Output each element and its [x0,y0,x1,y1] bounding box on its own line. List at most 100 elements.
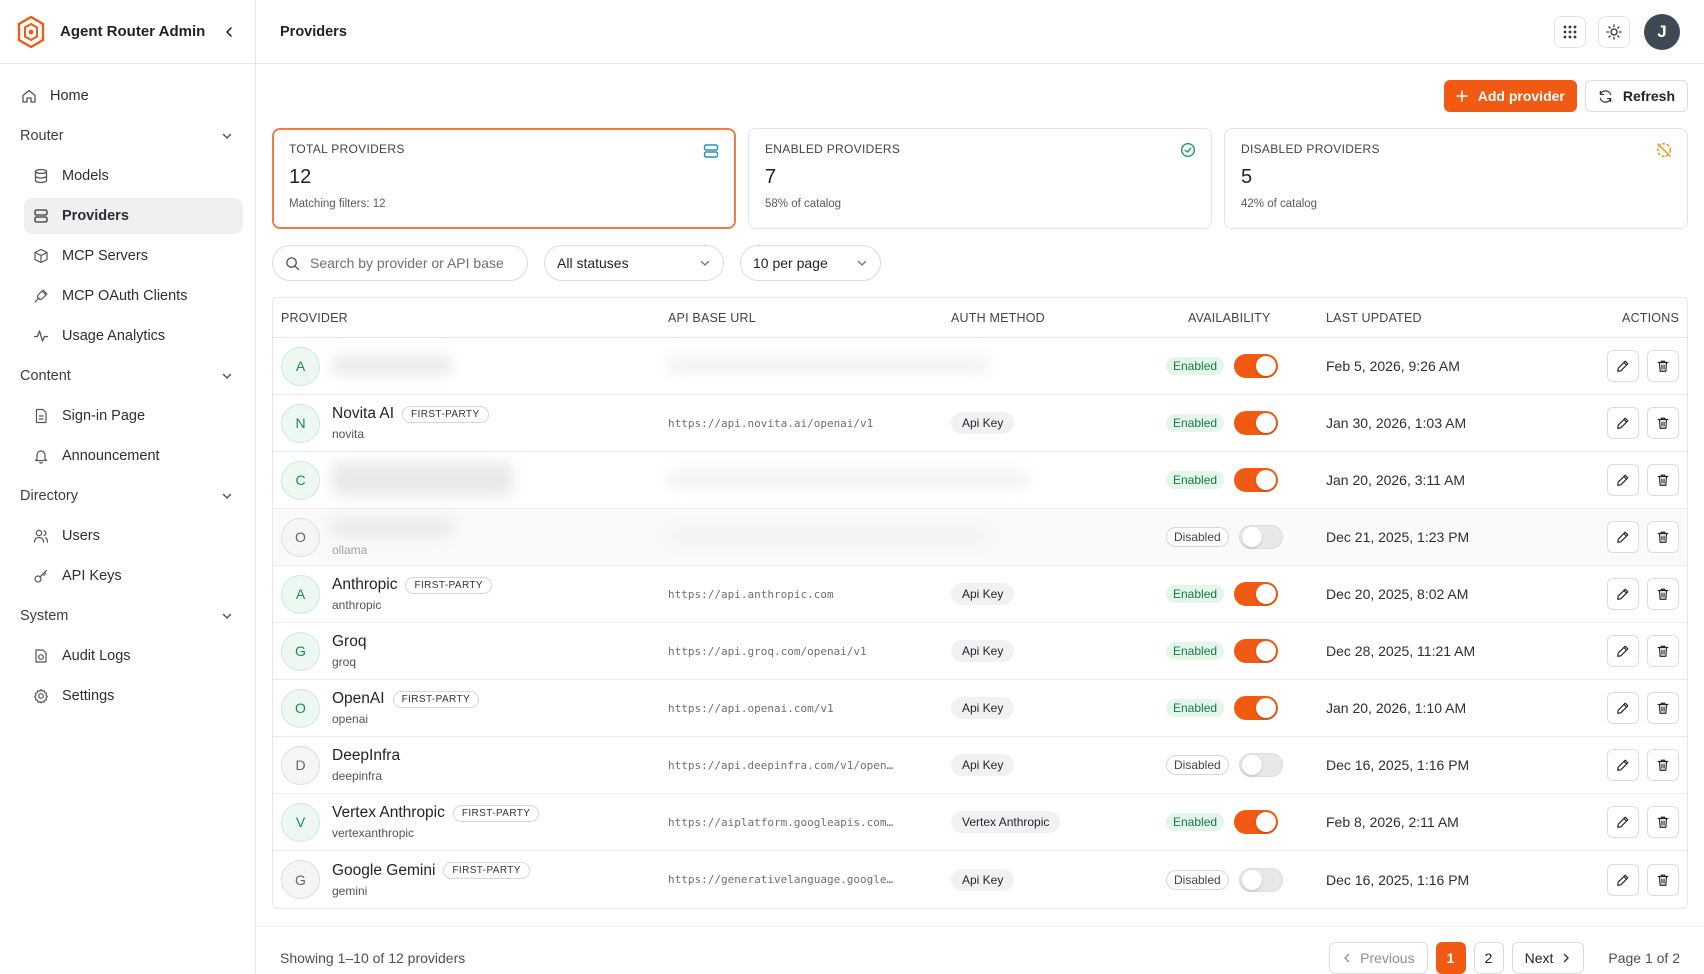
availability-cell: Enabled [1166,639,1326,663]
delete-button[interactable] [1647,521,1679,553]
edit-button[interactable] [1607,578,1639,610]
table-row[interactable]: N Novita AI FIRST-PARTY novita https://api.n… [273,395,1687,452]
edit-button[interactable] [1607,635,1639,667]
sidebar-item-audit-logs[interactable]: Audit Logs [24,638,243,674]
column-header-updated[interactable]: LAST UPDATED [1326,311,1566,325]
theme-toggle-button[interactable] [1598,15,1630,48]
availability-toggle[interactable] [1234,411,1279,435]
search-icon [286,256,300,270]
sidebar-item-mcp-oauth-clients[interactable]: MCP OAuth Clients [24,278,243,314]
status-filter-select[interactable]: All statuses [544,245,724,281]
provider-info: DeepInfra deepinfra [332,747,400,783]
provider-name: Groq [332,633,367,650]
sidebar-item-models[interactable]: Models [24,158,243,194]
stat-card-disabled[interactable]: DISABLED PROVIDERS 5 42% of catalog [1224,128,1688,229]
sidebar-group-label: Router [20,128,64,144]
edit-button[interactable] [1607,407,1639,439]
url-cell: https://aiplatform.googleapis.com… [668,816,951,829]
page-1-button[interactable]: 1 [1435,941,1466,974]
availability-toggle[interactable] [1238,753,1283,777]
delete-button[interactable] [1647,692,1679,724]
availability-toggle[interactable] [1234,468,1279,492]
apps-grid-button[interactable] [1554,15,1586,48]
table-row[interactable]: G Groq groq https://api.groq.com/openai/v1 A… [273,623,1687,680]
delete-button[interactable] [1647,350,1679,382]
stat-card-enabled[interactable]: ENABLED PROVIDERS 7 58% of catalog [748,128,1212,229]
sidebar-group-directory[interactable]: Directory [12,478,243,514]
table-row[interactable]: C Enabled Jan 20, 2026, 3:11 AM [273,452,1687,509]
sidebar-item-mcp-servers[interactable]: MCP Servers [24,238,243,274]
table-row[interactable]: D DeepInfra deepinfra https://api.deepinfra… [273,737,1687,794]
sidebar-item-providers[interactable]: Providers [24,198,243,234]
availability-toggle[interactable] [1238,525,1283,549]
stat-subtext: 42% of catalog [1241,198,1318,210]
sidebar-item-sign-in-page[interactable]: Sign-in Page [24,398,243,434]
page-2-button[interactable]: 2 [1473,941,1504,974]
next-page-button[interactable]: Next [1511,941,1585,974]
edit-button[interactable] [1607,749,1639,781]
sidebar-group-content[interactable]: Content [12,358,243,394]
availability-toggle[interactable] [1234,639,1279,663]
table-row[interactable]: A Anthropic FIRST-PARTY anthropic https://ap… [273,566,1687,623]
stat-card-total[interactable]: TOTAL PROVIDERS 12 Matching filters: 12 [272,128,736,229]
provider-avatar: G [281,860,320,899]
column-header-auth[interactable]: AUTH METHOD [951,311,1166,325]
user-avatar[interactable]: J [1644,13,1680,50]
add-provider-button[interactable]: Add provider [1443,80,1577,112]
edit-button[interactable] [1607,692,1639,724]
delete-button[interactable] [1647,464,1679,496]
first-party-badge: FIRST-PARTY [405,576,492,594]
sidebar-item-users[interactable]: Users [24,518,243,554]
delete-button[interactable] [1647,407,1679,439]
sidebar-item-announcement[interactable]: Announcement [24,438,243,474]
first-party-badge: FIRST-PARTY [443,862,530,879]
availability-toggle[interactable] [1234,354,1279,378]
sidebar-item-api-keys[interactable]: API Keys [24,558,243,594]
delete-button[interactable] [1647,578,1679,610]
status-filter-value: All statuses [557,255,629,271]
delete-button[interactable] [1647,863,1679,896]
table-row[interactable]: O OpenAI FIRST-PARTY openai https://api.open… [273,680,1687,737]
page-indicator: Page 1 of 2 [1608,949,1680,966]
availability-toggle[interactable] [1234,582,1279,606]
per-page-select[interactable]: 10 per page [740,245,881,281]
collapse-sidebar-icon[interactable] [219,22,239,42]
sidebar-item-home[interactable]: Home [12,78,243,114]
provider-avatar: A [281,346,320,386]
actions-cell [1566,407,1687,439]
column-header-url[interactable]: API BASE URL [668,311,951,325]
availability-toggle[interactable] [1234,696,1279,720]
refresh-button[interactable]: Refresh [1584,80,1688,112]
pencil-icon [1617,816,1629,828]
table-row[interactable]: V Vertex Anthropic FIRST-PARTY vertexanthro… [273,794,1687,851]
previous-page-button[interactable]: Previous [1329,941,1428,974]
table-row[interactable]: G Google Gemini FIRST-PARTY gemini https://g… [273,851,1687,908]
status-badge: Enabled [1166,642,1225,660]
delete-button[interactable] [1647,806,1679,838]
edit-button[interactable] [1607,521,1639,553]
column-header-provider[interactable]: PROVIDER [273,311,668,325]
pencil-icon [1617,417,1629,429]
table-row[interactable]: Oollama Disabled Dec 21, 2025, 1:23 PM [273,509,1687,566]
edit-button[interactable] [1607,806,1639,838]
sidebar-item-settings[interactable]: Settings [24,678,243,714]
table-row[interactable]: A Enabled Feb 5, 2026, 9:26 AM [273,338,1687,395]
column-header-availability[interactable]: AVAILABILITY [1166,311,1326,325]
delete-button[interactable] [1647,635,1679,667]
availability-cell: Disabled [1166,525,1326,549]
actions-cell [1566,350,1687,382]
sidebar-item-usage-analytics[interactable]: Usage Analytics [24,318,243,354]
edit-button[interactable] [1607,863,1639,896]
availability-toggle[interactable] [1234,810,1279,834]
search-input[interactable]: Search by provider or API base [272,245,528,281]
url-cell [668,528,988,546]
sidebar-group-router[interactable]: Router [12,118,243,154]
edit-button[interactable] [1607,464,1639,496]
edit-button[interactable] [1607,350,1639,382]
sidebar-group-system[interactable]: System [12,598,243,634]
delete-button[interactable] [1647,749,1679,781]
provider-info: ollama [332,517,452,557]
provider-slug: groq [332,655,357,669]
table-footer: Showing 1–10 of 12 providers Previous 1 … [256,926,1704,974]
availability-toggle[interactable] [1238,867,1283,892]
